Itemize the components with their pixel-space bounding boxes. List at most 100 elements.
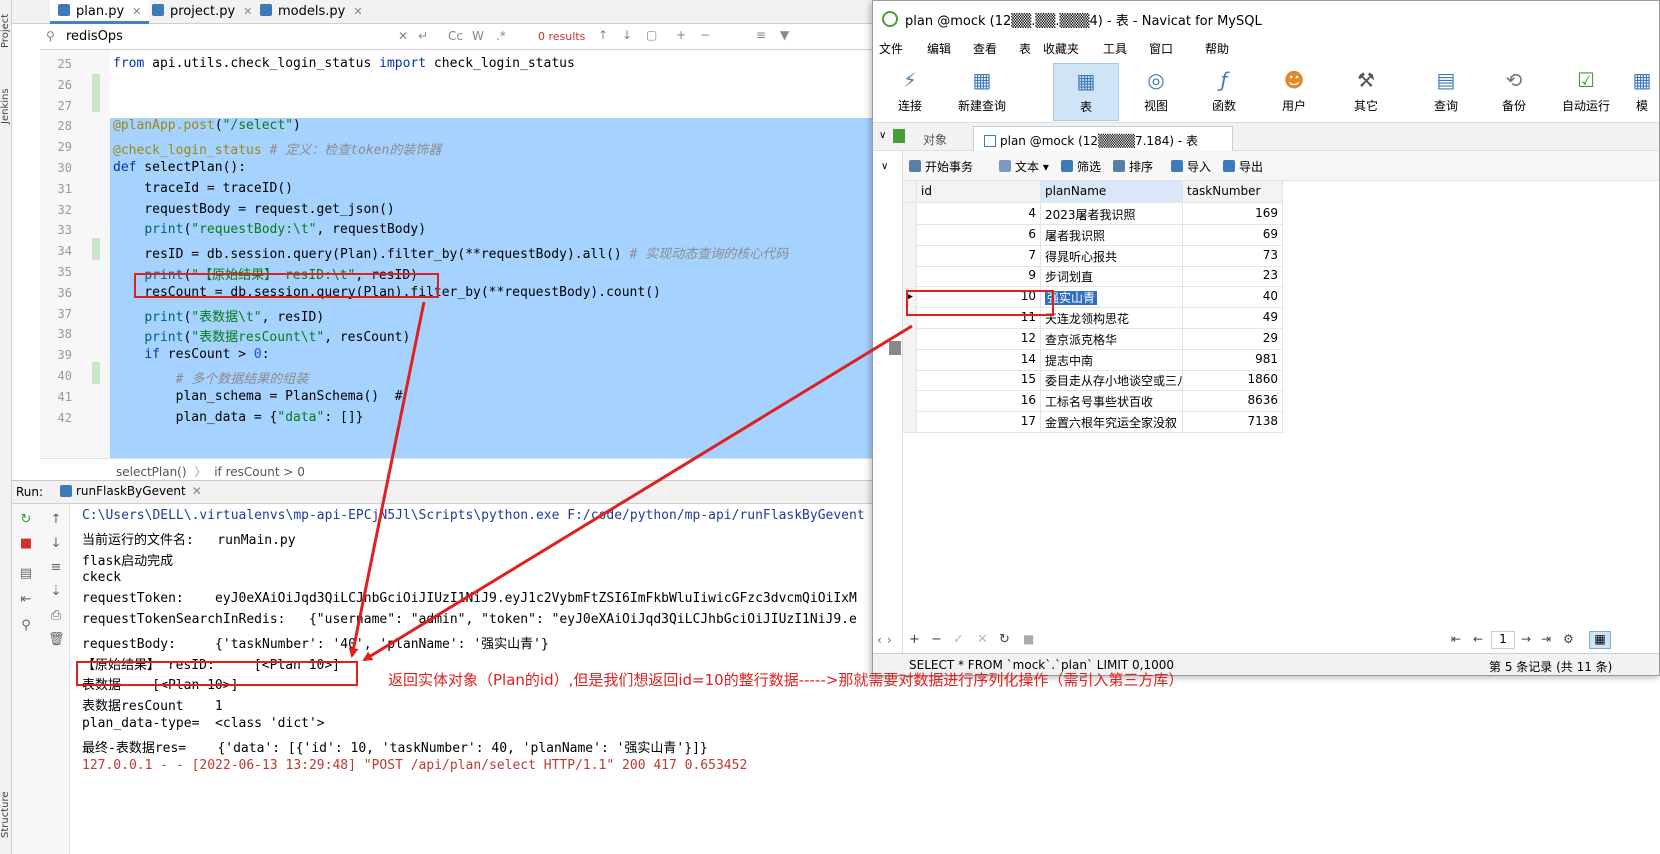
other-button[interactable]: ⚒ 其它 [1333, 63, 1399, 121]
cell-id[interactable]: 9 [917, 265, 1041, 288]
chevron-down-icon[interactable]: ∨ [879, 130, 886, 141]
whole-words-toggle[interactable]: W [472, 29, 484, 43]
cell-taskNumber[interactable]: 69 [1183, 223, 1283, 246]
menu-tools[interactable]: 工具 [1103, 40, 1127, 57]
cell-id[interactable]: 4 [917, 203, 1041, 225]
soft-wrap-icon[interactable]: ≡ [48, 560, 64, 576]
stop-icon[interactable]: ■ [18, 536, 34, 552]
breadcrumb-item[interactable]: if resCount > 0 [214, 465, 305, 479]
user-button[interactable]: ☻ 用户 [1261, 63, 1327, 121]
stop-icon[interactable]: ■ [1023, 632, 1034, 646]
cell-id[interactable]: 12 [917, 327, 1041, 350]
text-view-button[interactable]: 文本 ▾ [999, 158, 1049, 175]
menu-table[interactable]: 表 [1019, 40, 1031, 57]
match-case-toggle[interactable]: Cc [448, 29, 463, 43]
column-header-taskNumber[interactable]: taskNumber [1183, 181, 1283, 203]
tab-objects[interactable]: 对象 [913, 126, 957, 151]
scroll-left-icon[interactable]: ‹ [877, 633, 882, 647]
trash-icon[interactable]: 🗑 [48, 632, 65, 648]
scroll-down-icon[interactable]: ↓ [48, 536, 64, 552]
cell-planName[interactable]: 步词划直 [1041, 265, 1183, 288]
column-header-planName[interactable]: planName [1041, 181, 1183, 203]
tab-project-py[interactable]: project.py ✕ [144, 0, 260, 24]
menu-edit[interactable]: 编辑 [927, 40, 951, 57]
menu-file[interactable]: 文件 [879, 40, 903, 57]
backup-button[interactable]: ⟲ 备份 [1481, 63, 1547, 121]
regex-toggle[interactable]: .* [496, 29, 506, 43]
row-indicator[interactable] [903, 348, 917, 371]
tab-plan-table[interactable]: plan @mock (12▒▒▒▒7.184) - 表 [973, 126, 1233, 151]
page-number-input[interactable]: 1 [1491, 631, 1515, 649]
cell-planName[interactable]: 2023屠者我识照 [1041, 203, 1183, 225]
cell-planName[interactable]: 天连龙领构思花 [1041, 307, 1183, 329]
menu-help[interactable]: 帮助 [1205, 40, 1229, 57]
function-button[interactable]: ƒ 函数 [1191, 63, 1257, 121]
cell-taskNumber[interactable]: 169 [1183, 203, 1283, 225]
data-grid[interactable]: id planName taskNumber 4 2023屠者我识照 169 6 屠者我识照 6… [903, 181, 1659, 621]
row-indicator[interactable] [903, 411, 917, 433]
cell-taskNumber[interactable]: 49 [1183, 307, 1283, 329]
export-button[interactable]: 导出 [1223, 158, 1263, 175]
print-icon[interactable]: ⎙ [48, 608, 64, 624]
add-record-icon[interactable]: + [909, 632, 920, 647]
next-occurrence-icon[interactable]: ↓ [622, 28, 632, 42]
row-indicator[interactable] [903, 369, 917, 392]
filter-icon[interactable]: ▼ [780, 28, 789, 42]
cell-planName[interactable]: 委目走从存小地谈空或三八 [1041, 369, 1183, 392]
layout-icon[interactable]: ▤ [18, 566, 34, 582]
model-button[interactable]: ▦ 模 [1625, 63, 1659, 121]
begin-transaction-button[interactable]: 开始事务 [909, 158, 973, 175]
row-indicator[interactable] [903, 327, 917, 350]
cell-id[interactable]: 7 [917, 244, 1041, 267]
cell-id[interactable]: 14 [917, 348, 1041, 371]
cancel-icon[interactable]: ✕ [977, 632, 988, 647]
sort-button[interactable]: 排序 [1113, 158, 1153, 175]
last-page-icon[interactable]: ⇥ [1541, 632, 1551, 646]
close-icon[interactable]: ✕ [132, 5, 141, 18]
search-input[interactable]: redisOps [66, 29, 123, 44]
row-indicator[interactable] [903, 223, 917, 246]
close-icon[interactable]: ✕ [192, 484, 202, 498]
rerun-icon[interactable]: ↻ [18, 512, 34, 528]
settings-gear-icon[interactable]: ⚙ [1563, 632, 1574, 646]
restore-layout-icon[interactable]: ⇤ [18, 592, 34, 608]
cell-taskNumber[interactable]: 40 [1183, 286, 1283, 309]
run-config-tab[interactable]: runFlaskByGevent ✕ [60, 484, 202, 498]
connect-button[interactable]: ⚡ 连接 [877, 63, 943, 121]
cell-taskNumber[interactable]: 1860 [1183, 369, 1283, 392]
cell-taskNumber[interactable]: 7138 [1183, 411, 1283, 433]
tab-models-py[interactable]: models.py ✕ [252, 0, 371, 24]
in-selection-icon[interactable]: ≡ [756, 28, 766, 42]
previous-page-icon[interactable]: ← [1473, 632, 1483, 646]
jenkins-tool-tab[interactable]: Jenkins [0, 76, 12, 124]
cell-planName[interactable]: 金置六根年究运全家没叙 [1041, 411, 1183, 433]
close-icon[interactable]: ✕ [353, 5, 362, 18]
menu-window[interactable]: 窗口 [1149, 40, 1173, 57]
table-button[interactable]: ▦ 表 [1053, 63, 1119, 121]
row-indicator[interactable] [903, 265, 917, 288]
filter-button[interactable]: 筛选 [1061, 158, 1101, 175]
chevron-down-icon[interactable]: ∨ [881, 161, 888, 172]
query-button[interactable]: ▤ 查询 [1413, 63, 1479, 121]
cell-id[interactable]: 16 [917, 390, 1041, 413]
cell-planName[interactable]: 查京派克格华 [1041, 327, 1183, 350]
automation-button[interactable]: ☑ 自动运行 [1549, 63, 1623, 121]
select-all-occurrences-icon[interactable]: ▢ [646, 28, 657, 42]
delete-record-icon[interactable]: − [931, 632, 942, 647]
remove-occurrence-icon[interactable]: − [700, 28, 710, 42]
scroll-right-icon[interactable]: › [887, 633, 892, 647]
menu-favorites[interactable]: 收藏夹 [1043, 40, 1079, 57]
cell-taskNumber[interactable]: 29 [1183, 327, 1283, 350]
column-header-id[interactable]: id [917, 181, 1041, 203]
cell-taskNumber[interactable]: 8636 [1183, 390, 1283, 413]
grid-view-icon[interactable]: ▦ [1589, 631, 1611, 649]
cell-planName[interactable]: 强实山青 [1041, 286, 1183, 309]
new-query-button[interactable]: ▦ 新建查询 [949, 63, 1015, 121]
structure-tool-tab[interactable]: Structure [0, 778, 12, 838]
refresh-icon[interactable]: ↻ [999, 632, 1010, 647]
first-page-icon[interactable]: ⇤ [1451, 632, 1461, 646]
project-tool-tab[interactable]: Project [0, 4, 12, 48]
row-indicator[interactable] [903, 244, 917, 267]
apply-icon[interactable]: ✓ [953, 632, 964, 647]
add-occurrence-icon[interactable]: + [676, 28, 686, 42]
